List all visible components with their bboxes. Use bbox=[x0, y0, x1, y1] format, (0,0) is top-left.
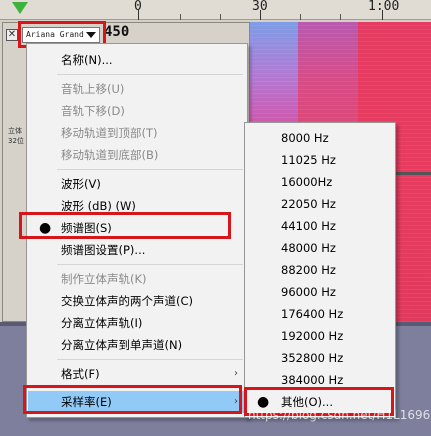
sample-rate-option[interactable]: 8000 Hz bbox=[246, 127, 394, 149]
menu-item-format[interactable]: 格式(F) › bbox=[28, 363, 246, 385]
annotation-box-sample-rate bbox=[23, 385, 242, 414]
menu-item-waveform[interactable]: 波形(V) bbox=[28, 173, 246, 195]
sample-rate-option[interactable]: 22050 Hz bbox=[246, 193, 394, 215]
menu-item-split-stereo[interactable]: 分离立体声轨(I) bbox=[28, 312, 246, 334]
menu-item-rename[interactable]: 名称(N)... bbox=[28, 49, 246, 71]
menu-separator bbox=[57, 359, 243, 360]
menu-item-split-to-mono[interactable]: 分离立体声到单声道(N) bbox=[28, 334, 246, 356]
ruler-tick bbox=[180, 14, 181, 20]
menu-separator bbox=[57, 169, 243, 170]
sample-rate-option[interactable]: 192000 Hz bbox=[246, 325, 394, 347]
watermark: https://blog.csdn.net/H1L1696 bbox=[248, 408, 431, 422]
ruler-label-1min: 1:00 bbox=[368, 0, 400, 14]
track-info-text: 立体 bbox=[8, 127, 22, 135]
menu-separator bbox=[57, 74, 243, 75]
menu-item-swap-channels[interactable]: 交换立体声的两个声道(C) bbox=[28, 290, 246, 312]
ruler-tick bbox=[340, 14, 341, 20]
menu-item-move-down[interactable]: 音轨下移(D) bbox=[28, 100, 246, 122]
close-track-button[interactable]: ✕ bbox=[6, 29, 18, 41]
annotation-box-spectrogram bbox=[19, 212, 231, 239]
sample-rate-option[interactable]: 16000Hz bbox=[246, 171, 394, 193]
menu-item-make-stereo[interactable]: 制作立体声轨(K) bbox=[28, 268, 246, 290]
menu-item-move-up[interactable]: 音轨上移(U) bbox=[28, 78, 246, 100]
ruler-label-30: 30 bbox=[252, 0, 268, 14]
sample-rate-submenu: 8000 Hz 11025 Hz 16000Hz 22050 Hz 44100 … bbox=[244, 122, 396, 418]
sample-rate-option[interactable]: 352800 Hz bbox=[246, 347, 394, 369]
sample-rate-option[interactable]: 88200 Hz bbox=[246, 259, 394, 281]
sample-rate-option[interactable]: 48000 Hz bbox=[246, 237, 394, 259]
chevron-right-icon: › bbox=[234, 368, 238, 379]
sample-rate-option[interactable]: 44100 Hz bbox=[246, 215, 394, 237]
ruler-tick bbox=[220, 14, 221, 20]
ruler-label-0: 0 bbox=[134, 0, 142, 14]
menu-item-move-bottom[interactable]: 移动轨道到底部(B) bbox=[28, 144, 246, 166]
menu-item-spectrogram-settings[interactable]: 频谱图设置(P)... bbox=[28, 239, 246, 261]
play-head-icon[interactable] bbox=[12, 2, 28, 14]
timeline-ruler[interactable]: 0 30 1:00 bbox=[0, 0, 431, 20]
track-info-text: 32位 bbox=[8, 137, 24, 145]
ruler-tick bbox=[300, 14, 301, 20]
sample-rate-option[interactable]: 11025 Hz bbox=[246, 149, 394, 171]
menu-item-move-top[interactable]: 移动轨道到顶部(T) bbox=[28, 122, 246, 144]
menu-separator bbox=[57, 264, 243, 265]
sample-rate-readout: 450 bbox=[104, 24, 130, 40]
sample-rate-option[interactable]: 96000 Hz bbox=[246, 281, 394, 303]
sample-rate-option[interactable]: 176400 Hz bbox=[246, 303, 394, 325]
